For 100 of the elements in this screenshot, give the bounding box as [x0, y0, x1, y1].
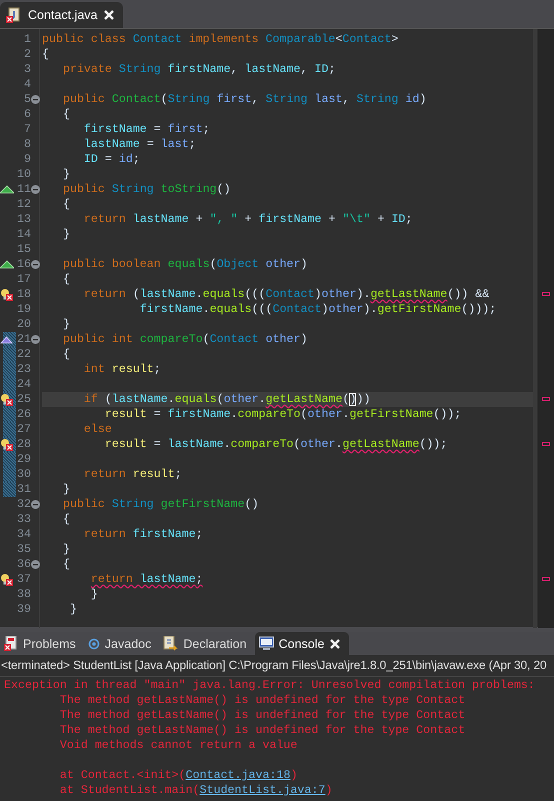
line-number: 17 [17, 272, 31, 287]
line-number: 18 [17, 287, 31, 302]
code-line: firstName.equals(((Contact)other).getFirstName())); [138, 302, 498, 317]
code-line: } [62, 227, 71, 242]
console-line: The method getLastName() is undefined for the type Contact [58, 693, 466, 708]
fold-icon[interactable] [31, 335, 40, 344]
code-line: } [68, 602, 78, 617]
code-line: } [62, 317, 71, 332]
code-line: { [62, 557, 71, 572]
fold-icon[interactable] [31, 260, 40, 269]
line-number: 29 [17, 452, 31, 467]
panel-tab[interactable]: Console [254, 632, 350, 655]
line-number: 22 [17, 347, 31, 362]
line-number: 36 [17, 557, 31, 572]
code-line: return result; [82, 467, 183, 482]
code-line: else [82, 422, 113, 437]
code-line: public boolean equals(Object other) [62, 257, 309, 272]
console-line: Exception in thread "main" java.lang.Error: Unresolved compilation problems: [4, 678, 536, 693]
panel-tab[interactable]: Declaration [159, 632, 255, 655]
fold-icon[interactable] [31, 95, 40, 104]
line-number: 15 [17, 242, 31, 257]
console-line: at Contact.<init>(Contact.java:18) [58, 768, 298, 783]
code-line: } [62, 167, 71, 182]
line-number: 7 [23, 122, 31, 137]
line-number: 34 [17, 527, 31, 542]
console-line: at StudentList.main(StudentList.java:7) [58, 783, 334, 798]
code-line: lastName = last; [82, 137, 197, 152]
code-line: { [42, 47, 50, 62]
line-number: 23 [17, 362, 31, 377]
code-line: result = lastName.compareTo(other.getLastName()); [104, 437, 448, 452]
problems-icon [4, 636, 18, 651]
close-icon[interactable] [103, 9, 116, 21]
line-number: 20 [17, 317, 31, 332]
code-line: ID = id; [82, 152, 141, 167]
error-marker[interactable] [542, 577, 550, 581]
panel-tab[interactable]: Problems [0, 632, 84, 655]
console-icon [258, 636, 274, 651]
code-line: } [62, 482, 71, 497]
line-number: 30 [17, 467, 31, 482]
code-line: return lastName; [90, 572, 204, 587]
line-number: 25 [17, 392, 31, 407]
line-number: 11 [17, 182, 31, 197]
line-number: 3 [23, 62, 31, 77]
fold-icon[interactable] [31, 185, 40, 194]
console-line: Void methods cannot return a value [58, 738, 298, 753]
code-line: firstName = first; [82, 122, 211, 137]
code-line: } [62, 542, 71, 557]
code-line: return firstName; [82, 527, 204, 542]
code-line: { [62, 512, 71, 527]
line-number: 5 [23, 92, 31, 107]
code-line: public String toString() [62, 182, 232, 197]
line-number: 10 [17, 167, 31, 182]
code-line: public Contact(String first, String last, String id) [62, 92, 428, 107]
code-line: private String firstName, lastName, ID; [62, 62, 336, 77]
line-number: 26 [17, 407, 31, 422]
line-number: 28 [17, 437, 31, 452]
console-header: <terminated> StudentList [Java Application] C:\Program Files\Java\jre1.8.0_251\bin\javaw.exe (Apr 30, 20 [0, 655, 554, 677]
code-line: public class Contact implements Comparable<Contact> [42, 32, 400, 47]
line-number: 38 [17, 587, 31, 602]
line-number: 32 [17, 497, 31, 512]
code-line: } [90, 587, 99, 602]
close-icon[interactable] [329, 638, 342, 650]
line-number: 39 [17, 602, 31, 617]
fold-icon[interactable] [31, 560, 40, 569]
code-line: public String getFirstName() [62, 497, 260, 512]
code-line: public int compareTo(Contact other) [62, 332, 309, 347]
line-number: 2 [23, 47, 31, 62]
line-number: 16 [17, 257, 31, 272]
fold-icon[interactable] [31, 500, 40, 509]
line-number: 37 [17, 572, 31, 587]
at-sign-icon [88, 638, 100, 650]
code-line: { [62, 347, 71, 362]
line-number: 33 [17, 512, 31, 527]
code-line: return (lastName.equals(((Contact)other).getLastName()) && [82, 287, 490, 302]
line-number: 19 [17, 302, 31, 317]
line-number: 6 [23, 107, 31, 122]
line-number: 1 [23, 32, 31, 47]
console-line: The method getLastName() is undefined for the type Contact [58, 723, 466, 738]
line-number: 27 [17, 422, 31, 437]
line-number: 9 [23, 152, 31, 167]
editor-tab[interactable]: Contact.java [0, 2, 124, 28]
line-number: 4 [23, 77, 31, 92]
code-line: { [62, 197, 71, 212]
code-line: return lastName + ", " + firstName + "\t" + ID; [82, 212, 414, 227]
file-link[interactable]: StudentList.java:7 [200, 784, 326, 797]
declaration-icon [163, 636, 178, 651]
code-line: { [62, 272, 71, 287]
error-marker[interactable] [542, 397, 550, 401]
error-marker[interactable] [542, 292, 550, 296]
code-line: int result; [82, 362, 162, 377]
error-marker[interactable] [542, 442, 550, 446]
line-number: 24 [17, 377, 31, 392]
line-number: 21 [17, 332, 31, 347]
line-number: 12 [17, 197, 31, 212]
file-link[interactable]: Contact.java:18 [186, 769, 290, 782]
line-number: 14 [17, 227, 31, 242]
line-number: 31 [17, 482, 31, 497]
code-line: result = firstName.compareTo(other.getFirstName()); [104, 407, 462, 422]
panel-tab[interactable]: Javadoc [84, 632, 160, 655]
line-number: 35 [17, 542, 31, 557]
